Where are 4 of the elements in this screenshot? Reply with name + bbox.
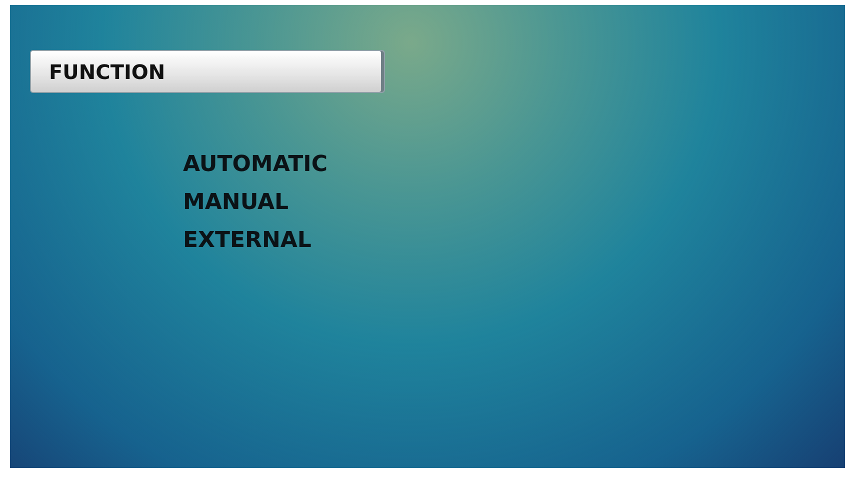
function-header-bar: FUNCTION [30, 50, 385, 93]
function-option[interactable]: AUTOMATIC [183, 151, 328, 178]
function-option[interactable]: EXTERNAL [183, 227, 312, 254]
function-option[interactable]: MANUAL [183, 189, 289, 216]
